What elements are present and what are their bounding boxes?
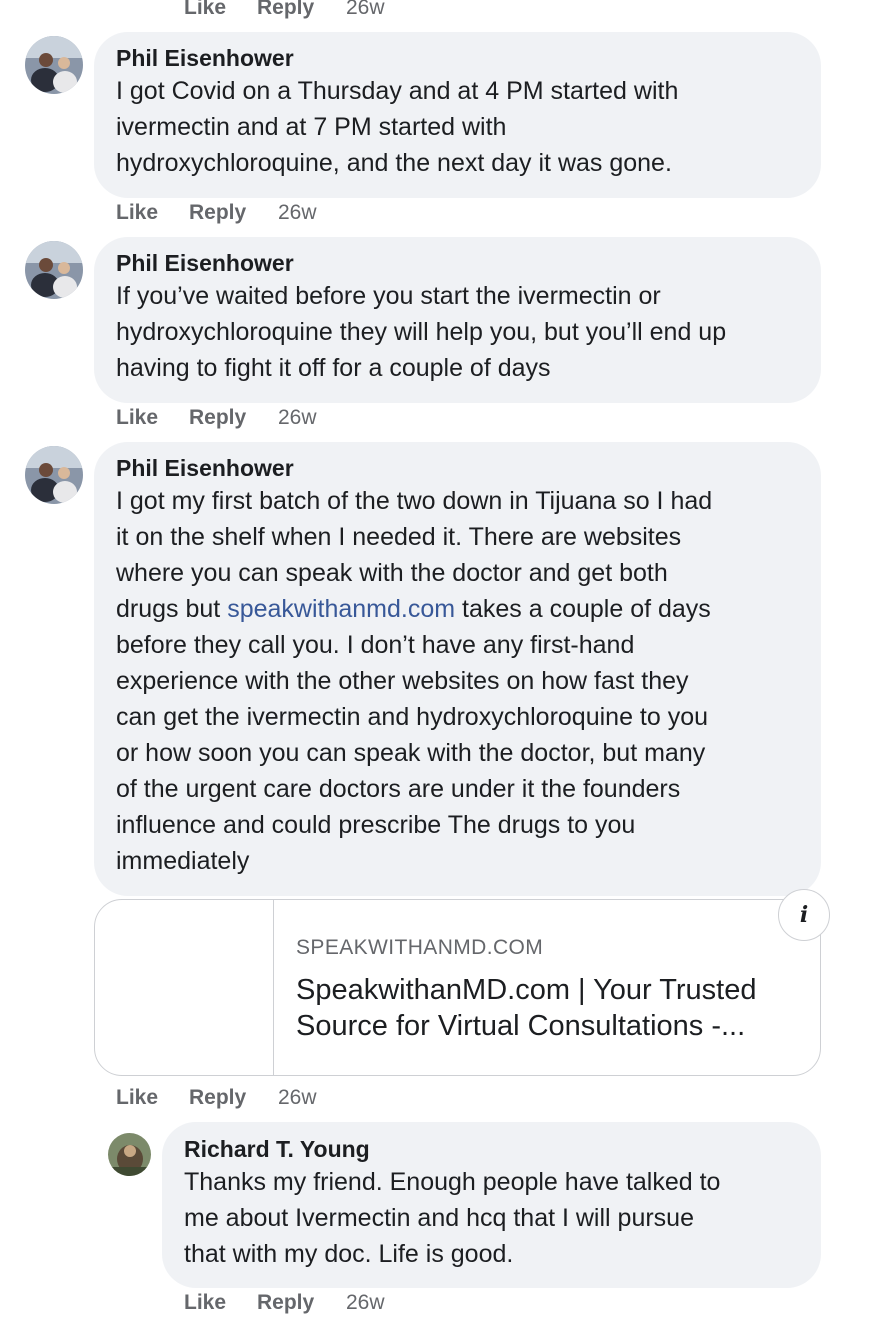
comment-line: that with my doc. Life is good. <box>184 1240 514 1268</box>
comment-line: influence and could prescribe The drugs … <box>116 811 636 839</box>
reply-button[interactable]: Reply <box>189 201 278 225</box>
comment-line: drugs but speakwithanmd.com takes a coup… <box>116 595 711 623</box>
comment-line: of the urgent care doctors are under it … <box>116 775 681 803</box>
like-button[interactable]: Like <box>184 1291 257 1315</box>
link-preview-thumbnail[interactable] <box>95 900 274 1075</box>
avatar[interactable] <box>25 36 83 94</box>
reply-button[interactable]: Reply <box>257 0 346 20</box>
avatar[interactable] <box>25 241 83 299</box>
comment-line: having to fight it off for a couple of d… <box>116 354 551 382</box>
comment-actions-top: Like Reply 26w <box>184 0 385 20</box>
reply-button[interactable]: Reply <box>257 1291 346 1315</box>
comment-text: If you’ve waited before you start the iv… <box>116 278 799 386</box>
comment-actions: Like Reply 26w <box>116 201 317 225</box>
reply-button[interactable]: Reply <box>189 406 278 430</box>
comment-line: or how soon you can speak with the docto… <box>116 739 706 767</box>
comment-actions: Like Reply 26w <box>184 1291 385 1315</box>
comment-text: I got my first batch of the two down in … <box>116 483 799 879</box>
comment-line: If you’ve waited before you start the iv… <box>116 282 661 310</box>
info-icon[interactable]: i <box>778 889 830 941</box>
comment-line: I got Covid on a Thursday and at 4 PM st… <box>116 77 679 105</box>
comment-actions: Like Reply 26w <box>116 1086 317 1110</box>
timestamp[interactable]: 26w <box>278 1086 317 1110</box>
comment-author[interactable]: Phil Eisenhower <box>116 454 799 482</box>
comment-text: I got Covid on a Thursday and at 4 PM st… <box>116 73 799 181</box>
comment-line: hydroxychloroquine they will help you, b… <box>116 318 727 346</box>
reply-button[interactable]: Reply <box>189 1086 278 1110</box>
comment-line: immediately <box>116 847 250 875</box>
timestamp[interactable]: 26w <box>346 1291 385 1315</box>
comment-actions: Like Reply 26w <box>116 406 317 430</box>
comment-line: me about Ivermectin and hcq that I will … <box>184 1204 694 1232</box>
comment-line: I got my first batch of the two down in … <box>116 487 713 515</box>
comment-author[interactable]: Phil Eisenhower <box>116 249 799 277</box>
comment-bubble: Phil Eisenhower If you’ve waited before … <box>94 237 821 403</box>
link-preview-card[interactable]: SPEAKWITHANMD.COM SpeakwithanMD.com | Yo… <box>94 899 821 1076</box>
comment-line: can get the ivermectin and hydroxychloro… <box>116 703 709 731</box>
avatar[interactable] <box>108 1133 151 1176</box>
comment-author[interactable]: Phil Eisenhower <box>116 44 799 72</box>
comment-line: where you can speak with the doctor and … <box>116 559 668 587</box>
comment-line: experience with the other websites on ho… <box>116 667 689 695</box>
comment-bubble: Phil Eisenhower I got my first batch of … <box>94 442 821 896</box>
comment-line: before they call you. I don’t have any f… <box>116 631 635 659</box>
comment-author[interactable]: Richard T. Young <box>184 1135 799 1163</box>
timestamp[interactable]: 26w <box>278 201 317 225</box>
avatar[interactable] <box>25 446 83 504</box>
link-preview-domain: SPEAKWITHANMD.COM <box>296 936 544 959</box>
like-button[interactable]: Like <box>184 0 257 20</box>
like-button[interactable]: Like <box>116 406 189 430</box>
inline-link[interactable]: speakwithanmd.com <box>227 595 455 623</box>
comment-line: hydroxychloroquine, and the next day it … <box>116 149 672 177</box>
comment-line: ivermectin and at 7 PM started with <box>116 113 507 141</box>
timestamp[interactable]: 26w <box>346 0 385 20</box>
timestamp[interactable]: 26w <box>278 406 317 430</box>
link-preview-title[interactable]: SpeakwithanMD.com | Your Trusted Source … <box>296 972 796 1044</box>
comment-line: Thanks my friend. Enough people have tal… <box>184 1168 721 1196</box>
like-button[interactable]: Like <box>116 1086 189 1110</box>
comment-bubble: Phil Eisenhower I got Covid on a Thursda… <box>94 32 821 198</box>
comment-line: it on the shelf when I needed it. There … <box>116 523 682 551</box>
like-button[interactable]: Like <box>116 201 189 225</box>
comment-text: Thanks my friend. Enough people have tal… <box>184 1164 799 1272</box>
comment-bubble: Richard T. Young Thanks my friend. Enoug… <box>162 1122 821 1288</box>
